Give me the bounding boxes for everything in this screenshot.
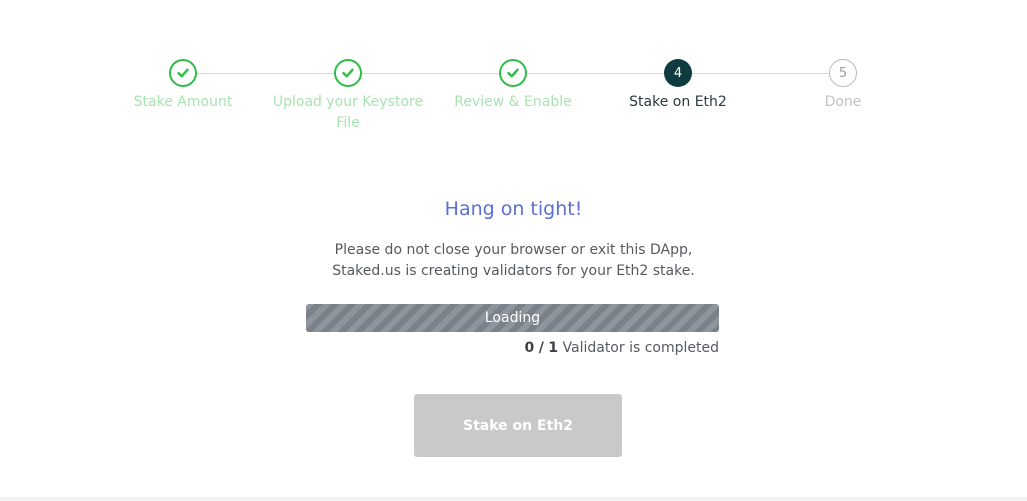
checkmark-icon <box>177 68 189 78</box>
step-2-circle <box>334 59 362 87</box>
count-separator: / <box>538 340 544 356</box>
validator-completion-status: 0 / 1 Validator is completed <box>306 338 719 358</box>
step-1-circle <box>169 59 197 87</box>
total-count: 1 <box>548 340 559 356</box>
page-headline: Hang on tight! <box>444 198 583 220</box>
step-upload-keystore: Upload your Keystore File <box>263 58 433 134</box>
step-done: 5 Done <box>758 58 928 113</box>
progress-label: Loading <box>484 310 541 326</box>
stake-on-eth2-button[interactable]: Stake on Eth2 <box>414 394 622 457</box>
status-message-line-1: Please do not close your browser or exit… <box>334 242 693 258</box>
step-3-circle <box>499 59 527 87</box>
step-stake-amount: Stake Amount <box>98 58 268 113</box>
step-5-circle: 5 <box>829 59 857 87</box>
step-2-label: Upload your Keystore File <box>272 94 424 131</box>
status-message: Please do not close your browser or exit… <box>0 240 1027 282</box>
step-4-circle: 4 <box>664 59 692 87</box>
completed-count: 0 <box>524 340 535 356</box>
loading-progress-bar: Loading <box>306 304 719 332</box>
footer-divider <box>0 497 1027 501</box>
status-message-line-2: Staked.us is creating validators for you… <box>332 263 695 279</box>
step-4-label: Stake on Eth2 <box>629 94 727 110</box>
progress-stepper: Stake Amount Upload your Keystore File R… <box>0 58 1027 148</box>
step-review-enable: Review & Enable <box>428 58 598 113</box>
completion-suffix: Validator is completed <box>562 340 720 356</box>
step-1-label: Stake Amount <box>133 94 233 110</box>
checkmark-icon <box>342 68 354 78</box>
checkmark-icon <box>507 68 519 78</box>
step-3-label: Review & Enable <box>454 94 572 110</box>
step-stake-on-eth2: 4 Stake on Eth2 <box>593 58 763 113</box>
step-5-label: Done <box>824 94 862 110</box>
